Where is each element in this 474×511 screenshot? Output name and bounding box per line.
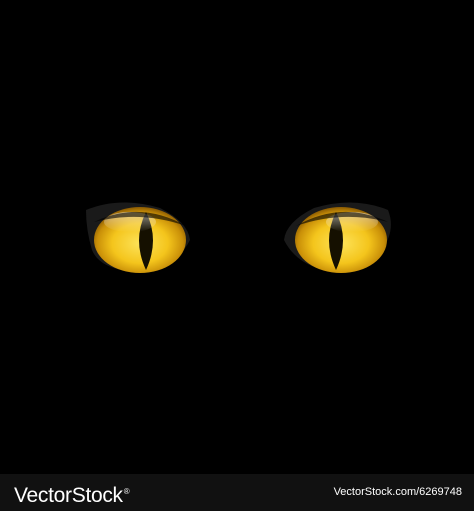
cat-eyes-illustration <box>0 0 474 474</box>
left-eye <box>86 202 190 273</box>
brand-name: VectorStock <box>14 484 123 507</box>
image-reference: VectorStock.com/6269748 <box>333 486 462 498</box>
registered-mark: ® <box>123 487 130 496</box>
watermark-footer: VectorStock® VectorStock.com/6269748 <box>0 474 474 511</box>
cat-eyes-svg <box>86 202 391 273</box>
vectorstock-logo: VectorStock® <box>14 480 130 508</box>
right-eye <box>284 202 391 273</box>
